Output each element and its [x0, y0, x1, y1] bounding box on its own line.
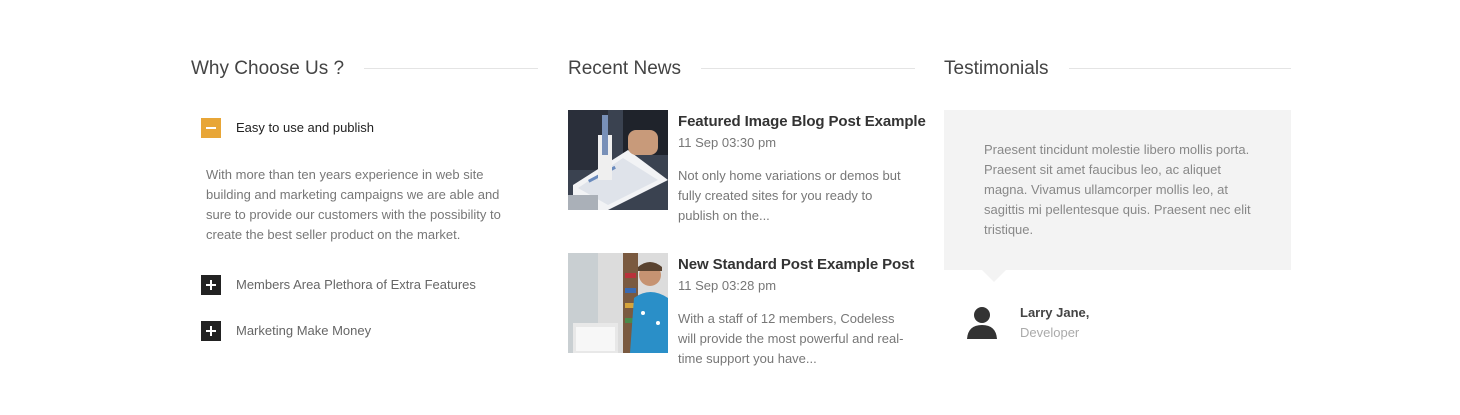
- why-choose-us-header: Why Choose Us ?: [191, 57, 538, 81]
- accordion-title[interactable]: Members Area Plethora of Extra Features: [236, 277, 476, 292]
- section-title: Why Choose Us ?: [191, 57, 365, 81]
- testimonials-header: Testimonials: [944, 57, 1291, 81]
- testimonial-author-role: Developer: [1020, 325, 1080, 340]
- section-title: Recent News: [568, 57, 701, 81]
- post-thumbnail[interactable]: [568, 253, 668, 353]
- testimonial-quote: Praesent tincidunt molestie libero molli…: [984, 142, 1251, 237]
- quote-pointer: [982, 270, 1006, 282]
- user-silhouette-icon: [964, 305, 1000, 341]
- post-excerpt: With a staff of 12 members, Codeless wil…: [678, 311, 904, 366]
- testimonial-quote-box: Praesent tincidunt molestie libero molli…: [944, 110, 1291, 270]
- post-thumbnail[interactable]: [568, 110, 668, 210]
- accordion-item-members-area[interactable]: Members Area Plethora of Extra Features: [201, 275, 538, 295]
- testimonial-author-name: Larry Jane,: [1020, 305, 1090, 320]
- accordion-title[interactable]: Marketing Make Money: [236, 323, 371, 338]
- post-date: 11 Sep 03:30 pm: [678, 135, 777, 150]
- accordion-title[interactable]: Easy to use and publish: [236, 120, 374, 135]
- section-title: Testimonials: [944, 57, 1069, 81]
- post-title-link[interactable]: New Standard Post Example Post: [678, 256, 914, 273]
- accordion-item-marketing[interactable]: Marketing Make Money: [201, 321, 538, 341]
- post-excerpt: Not only home variations or demos but fu…: [678, 168, 901, 223]
- plus-icon[interactable]: [201, 275, 221, 295]
- accordion-content: With more than ten years experience in w…: [206, 167, 501, 242]
- post-date: 11 Sep 03:28 pm: [678, 278, 777, 293]
- news-post: Featured Image Blog Post Example 11 Sep …: [568, 110, 926, 230]
- minus-icon[interactable]: [201, 118, 221, 138]
- post-title-link[interactable]: Featured Image Blog Post Example: [678, 113, 926, 130]
- plus-icon[interactable]: [201, 321, 221, 341]
- recent-news-header: Recent News: [568, 57, 915, 81]
- news-post: New Standard Post Example Post 11 Sep 03…: [568, 253, 915, 373]
